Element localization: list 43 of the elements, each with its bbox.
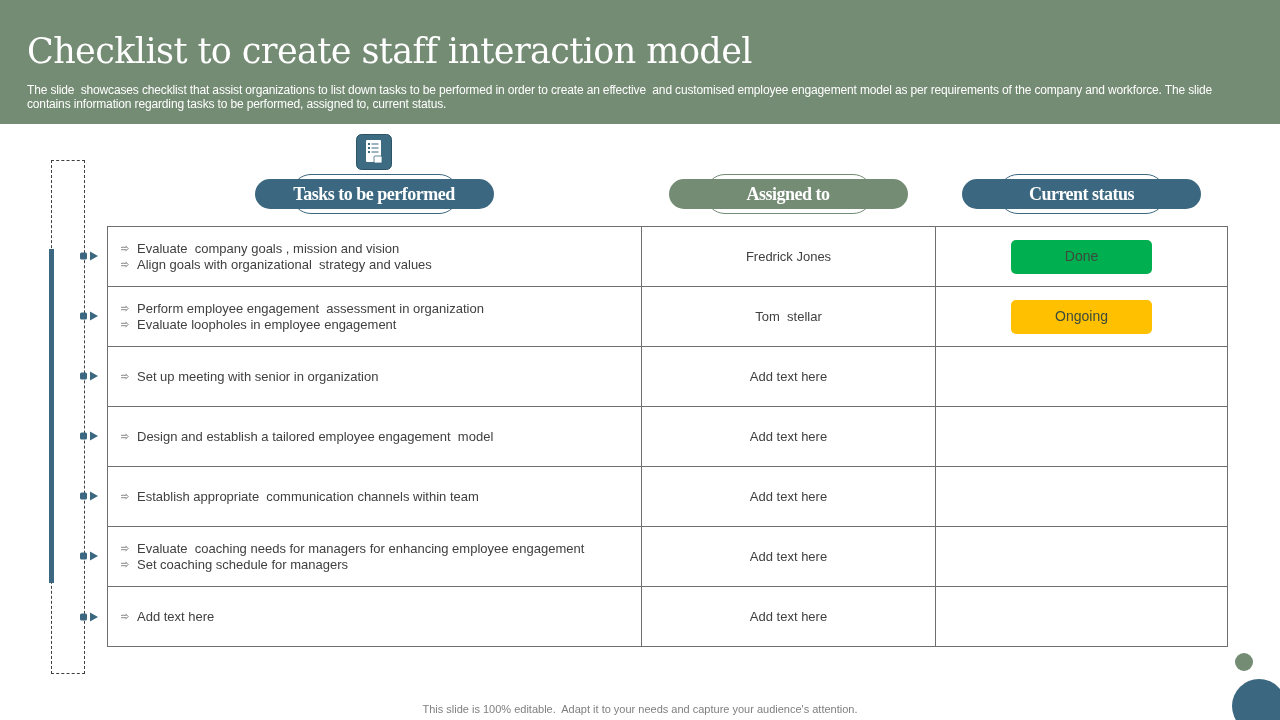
double-arrow-icon (121, 613, 129, 620)
double-arrow-icon (121, 561, 129, 568)
assignee-name: Fredrick Jones (745, 247, 832, 266)
task-text: Establish appropriate communication channels within team (137, 489, 479, 504)
marker-arrow-icon (80, 431, 98, 441)
task-text: Evaluate company goals , mission and vision (137, 241, 400, 256)
footer-note: This slide is 100% editable. Adapt it to your needs and capture your audience's attention. (422, 703, 858, 716)
column-header: Current status (962, 179, 1201, 209)
double-arrow-icon (121, 545, 129, 552)
column-header: Tasks to be performed (254, 179, 494, 209)
status-badge: Done (1011, 239, 1152, 274)
double-arrow-icon (121, 305, 129, 312)
task-text: Add text here (137, 609, 215, 624)
task-text: Align goals with organizational strategy and values (137, 257, 432, 272)
slide-description: The slide showcases checklist that assist organizations to list down tasks to be performed in order to create an effective and customised employee engagement model as per requirements of the company and workforce. The slide contains information regarding tasks to be performed, assigned to, current status. (27, 83, 1214, 111)
marker-arrow-icon (80, 611, 98, 622)
double-arrow-icon (121, 261, 129, 268)
double-arrow-icon (121, 373, 129, 380)
marker-arrow-icon (80, 491, 98, 501)
assignee-name: Add text here (749, 427, 828, 446)
assignee-name: Add text here (749, 607, 828, 626)
checklist-icon (356, 134, 392, 170)
task-text: Set coaching schedule for managers (137, 557, 348, 572)
assignee-name: Add text here (749, 547, 828, 566)
marker-arrow-icon (80, 251, 98, 261)
assignee-name: Add text here (749, 487, 828, 506)
task-text: Evaluate coaching needs for managers for enhancing employee engagement (137, 541, 585, 556)
double-arrow-icon (121, 245, 129, 252)
task-text: Evaluate loopholes in employee engagement (137, 317, 397, 332)
double-arrow-icon (121, 493, 129, 500)
task-text: Perform employee engagement assessment in organization (137, 301, 484, 316)
assignee-name: Add text here (749, 367, 828, 386)
status-badge: Ongoing (1011, 299, 1152, 334)
slide-title: Checklist to create staff interaction model (27, 30, 752, 72)
double-arrow-icon (121, 321, 129, 328)
task-text: Set up meeting with senior in organization (137, 369, 379, 384)
task-text: Design and establish a tailored employee engagement model (137, 429, 494, 444)
marker-arrow-icon (80, 311, 98, 321)
double-arrow-icon (121, 433, 129, 440)
column-header: Assigned to (668, 179, 908, 209)
assignee-name: Tom stellar (755, 307, 822, 326)
marker-arrow-icon (80, 371, 98, 381)
marker-arrow-icon (80, 551, 98, 561)
